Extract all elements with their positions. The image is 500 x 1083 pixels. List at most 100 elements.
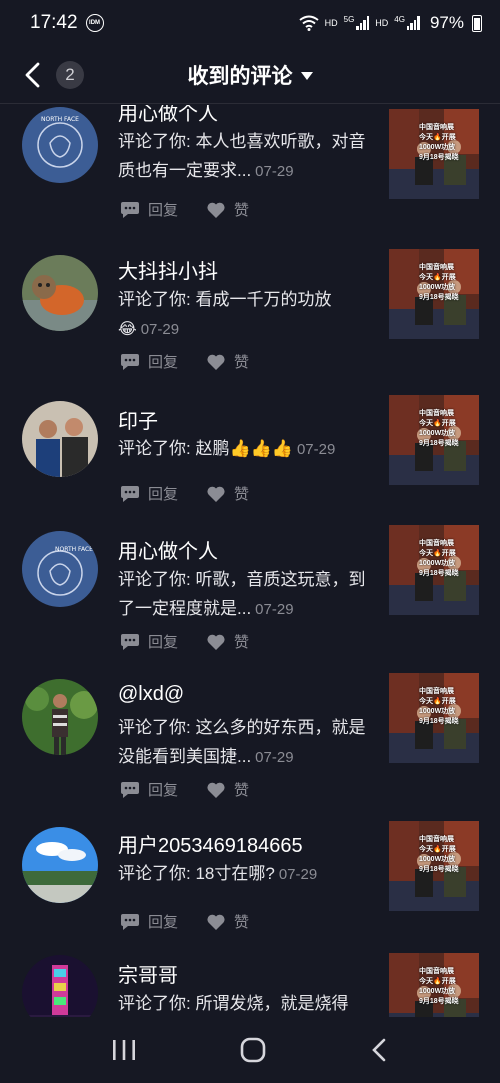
like-button[interactable]: 赞 [206, 199, 249, 220]
thumbnail-caption: 中国音响展 今天🔥开展 1000W功放 9月18号揭晓 [419, 123, 459, 163]
avatar[interactable] [22, 401, 98, 477]
heart-icon [207, 486, 225, 502]
video-thumbnail[interactable]: 中国音响展 今天🔥开展 1000W功放 9月18号揭晓 [389, 673, 479, 763]
comment-text[interactable]: 评论了你: 这么多的好东西，就是没能看到美国捷... 07-29 [118, 713, 378, 772]
thumbnail-caption-line: 9月18号揭晓 [419, 866, 459, 873]
username[interactable]: 用心做个人 [118, 105, 218, 126]
username[interactable]: 用心做个人 [118, 535, 218, 564]
svg-text:NORTH FACE: NORTH FACE [55, 546, 93, 553]
reply-button[interactable]: 回复 [120, 199, 178, 220]
list-item[interactable]: 用户2053469184665 评论了你: 18寸在哪? 07-29 回复 赞 中… [0, 821, 500, 951]
thumbnail-caption-line: 中国音响展 [419, 836, 454, 843]
video-thumbnail[interactable]: 中国音响展 今天🔥开展 1000W功放 9月18号揭晓 [389, 821, 479, 911]
comment-body: 评论了你: 听歌，音质这玩意，到了一定程度就是... [118, 570, 366, 618]
heart-icon [207, 914, 225, 930]
username[interactable]: 用户2053469184665 [118, 829, 303, 858]
reply-button[interactable]: 回复 [120, 779, 178, 800]
reply-button[interactable]: 回复 [120, 483, 178, 504]
video-thumbnail[interactable]: 中国音响展 今天🔥开展 1000W功放 9月18号揭晓 [389, 953, 479, 1017]
back-nav-icon[interactable] [369, 1037, 389, 1063]
page-title[interactable]: 收到的评论 [188, 60, 293, 90]
thumbnail-caption-line: 9月18号揭晓 [419, 154, 459, 161]
chat-bubble-icon [121, 781, 139, 798]
reply-button[interactable]: 回复 [120, 911, 178, 932]
comment-text[interactable]: 评论了你: 赵鹏👍👍👍 07-29 [118, 434, 378, 464]
list-item[interactable]: 印子 评论了你: 赵鹏👍👍👍 07-29 回复 赞 中国音响展 今天🔥开展 1000W… [0, 395, 500, 525]
avatar[interactable]: NORTH FACE [22, 107, 98, 183]
battery-percent: 97% [429, 13, 464, 32]
hd-label-2: HD [375, 18, 389, 28]
heart-icon [207, 354, 225, 370]
comment-body: 评论了你: 本人也喜欢听歌，对音质也有一定要求... [118, 132, 366, 180]
video-thumbnail[interactable]: 中国音响展 今天🔥开展 1000W功放 9月18号揭晓 [389, 109, 479, 199]
thumbnail-caption-line: 今天🔥开展 [419, 846, 456, 853]
chat-bubble-icon [121, 353, 139, 370]
avatar[interactable]: NORTH FACE [22, 531, 98, 607]
recent-apps-icon[interactable] [111, 1038, 137, 1062]
username[interactable]: @lxd@ [118, 683, 184, 706]
comment-text[interactable]: 评论了你: 所谓发烧，就是烧得 [118, 989, 378, 1017]
list-item[interactable]: @lxd@ 评论了你: 这么多的好东西，就是没能看到美国捷... 07-29 回复… [0, 673, 500, 823]
reply-label: 回复 [148, 634, 179, 651]
list-item[interactable]: NORTH FACE 用心做个人 评论了你: 本人也喜欢听歌，对音质也有一定要求… [0, 105, 500, 235]
comment-body: 评论了你: 18寸在哪? [118, 864, 275, 883]
comment-body: 评论了你: 所谓发烧，就是烧得 [118, 994, 349, 1013]
comment-date: 07-29 [255, 601, 294, 618]
thumbnail-caption-line: 1000W功放 [419, 284, 456, 291]
like-button[interactable]: 赞 [206, 779, 249, 800]
list-item[interactable]: 宗哥哥 评论了你: 所谓发烧，就是烧得 中国音响展 今天🔥开展 1000W功放 9月1… [0, 949, 500, 1017]
comment-text[interactable]: 评论了你: 看成一千万的功放 😂 07-29 [118, 285, 378, 344]
list-item[interactable]: 大抖抖小抖 评论了你: 看成一千万的功放 😂 07-29 回复 赞 中国音响展 今天🔥… [0, 245, 500, 395]
reply-button[interactable]: 回复 [120, 351, 178, 372]
comment-text[interactable]: 评论了你: 听歌，音质这玩意，到了一定程度就是... 07-29 [118, 565, 378, 624]
video-thumbnail[interactable]: 中国音响展 今天🔥开展 1000W功放 9月18号揭晓 [389, 249, 479, 339]
thumbnail-caption-line: 1000W功放 [419, 430, 456, 437]
back-arrow-icon[interactable] [20, 60, 44, 90]
comment-body: 评论了你: 看成一千万的功放 [118, 290, 332, 309]
thumbnail-caption: 中国音响展 今天🔥开展 1000W功放 9月18号揭晓 [419, 967, 459, 1007]
thumbnail-caption-line: 9月18号揭晓 [419, 998, 459, 1005]
avatar[interactable] [22, 255, 98, 331]
reply-label: 回复 [148, 354, 179, 371]
video-thumbnail[interactable]: 中国音响展 今天🔥开展 1000W功放 9月18号揭晓 [389, 395, 479, 485]
comment-actions: 回复 赞 [120, 911, 277, 932]
avatar[interactable] [22, 955, 98, 1017]
thumbnail-caption-line: 9月18号揭晓 [419, 718, 459, 725]
idm-icon: IDM [85, 14, 104, 32]
signal-icon [356, 16, 370, 30]
chat-bubble-icon [121, 485, 139, 502]
thumbnail-caption-line: 1000W功放 [419, 988, 456, 995]
thumbnail-caption-line: 今天🔥开展 [419, 550, 456, 557]
status-bar: 17:42 IDM HD 5G HD 4G 97% [0, 0, 500, 46]
system-nav-bar [0, 1017, 500, 1083]
comment-list[interactable]: NORTH FACE 用心做个人 评论了你: 本人也喜欢听歌，对音质也有一定要求… [0, 105, 500, 1017]
list-item[interactable]: NORTH FACE 用心做个人 评论了你: 听歌，音质这玩意，到了一定程度就是… [0, 525, 500, 675]
like-button[interactable]: 赞 [206, 911, 249, 932]
home-icon[interactable] [239, 1036, 267, 1064]
comment-text[interactable]: 评论了你: 18寸在哪? 07-29 [118, 859, 378, 889]
thumbnail-caption-line: 1000W功放 [419, 708, 456, 715]
username[interactable]: 宗哥哥 [118, 959, 178, 988]
comment-date: 07-29 [140, 321, 180, 338]
thumbnail-caption-line: 中国音响展 [419, 410, 454, 417]
username[interactable]: 大抖抖小抖 [118, 255, 218, 284]
comment-body: 评论了你: 赵鹏👍👍👍 [118, 439, 293, 458]
comment-actions: 回复 赞 [120, 483, 277, 504]
like-button[interactable]: 赞 [206, 351, 249, 372]
like-button[interactable]: 赞 [206, 483, 249, 504]
like-label: 赞 [234, 914, 250, 931]
reply-button[interactable]: 回复 [120, 631, 178, 652]
count-badge[interactable]: 2 [56, 61, 84, 89]
username[interactable]: 印子 [118, 405, 158, 434]
comment-date: 07-29 [296, 441, 336, 458]
thumbnail-caption-line: 今天🔥开展 [419, 134, 456, 141]
reply-label: 回复 [148, 202, 179, 219]
network-label-2: 4G [394, 14, 405, 24]
video-thumbnail[interactable]: 中国音响展 今天🔥开展 1000W功放 9月18号揭晓 [389, 525, 479, 615]
thumbnail-caption-line: 中国音响展 [419, 264, 454, 271]
like-button[interactable]: 赞 [206, 631, 249, 652]
avatar[interactable] [22, 827, 98, 903]
comment-text[interactable]: 评论了你: 本人也喜欢听歌，对音质也有一定要求... 07-29 [118, 127, 378, 186]
avatar[interactable] [22, 679, 98, 755]
caret-down-icon[interactable] [300, 72, 313, 80]
